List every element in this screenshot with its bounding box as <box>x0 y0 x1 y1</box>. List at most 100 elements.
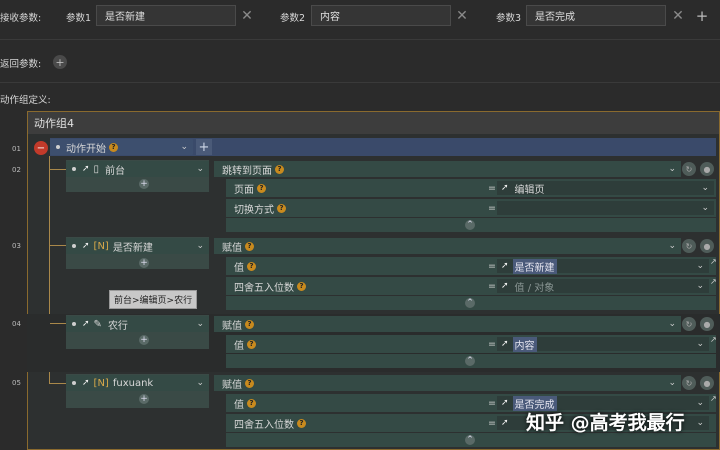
help-icon[interactable]: ? <box>247 339 256 349</box>
action-start-label: 动作开始 <box>66 143 106 155</box>
chevron-down-icon[interactable]: ⌄ <box>696 281 704 291</box>
refresh-icon[interactable]: ↻ <box>682 162 696 176</box>
pointer-icon: ➚ <box>82 241 90 251</box>
param2-clear-icon[interactable]: ✕ <box>451 5 473 26</box>
collapse-up-icon[interactable]: ⌃ <box>465 356 475 366</box>
param-placeholder: 值 / 对象 <box>514 282 555 294</box>
param1-input[interactable]: 是否新建 <box>96 5 236 26</box>
add-param-icon[interactable]: + <box>691 5 713 26</box>
chevron-down-icon[interactable]: ⌄ <box>696 261 704 271</box>
help-icon[interactable]: ? <box>275 164 284 174</box>
chevron-down-icon[interactable]: ⌄ <box>196 378 204 388</box>
expand-icon[interactable]: ↗ <box>710 394 717 403</box>
node-dot-icon <box>72 381 76 385</box>
value-select[interactable]: ➚ 内容 ⌄ <box>497 336 709 352</box>
add-return-param-icon[interactable]: + <box>53 55 67 69</box>
action-row[interactable]: 跳转到页面? ⌄ <box>214 161 681 177</box>
action-row[interactable]: 赋值? ⌄ <box>214 238 681 254</box>
param3-input[interactable]: 是否完成 <box>526 5 666 26</box>
chevron-down-icon[interactable]: ⌄ <box>196 164 204 174</box>
row-number: 01 <box>12 145 21 153</box>
page-select[interactable]: ➚ 编辑页 ⌄ <box>497 181 714 196</box>
refresh-icon[interactable]: ↻ <box>682 239 696 253</box>
node-dot-icon <box>56 145 60 149</box>
add-child-icon[interactable]: + <box>139 394 149 404</box>
add-child-icon[interactable]: + <box>139 335 149 345</box>
action-start-node[interactable]: 动作开始? ⌄ <box>50 139 193 155</box>
help-icon[interactable]: ? <box>245 378 254 388</box>
chevron-down-icon[interactable]: ⌄ <box>668 241 676 251</box>
collapse-up-icon[interactable]: ⌃ <box>465 298 475 308</box>
node-bank[interactable]: ➚ ✎ 农行 ⌄ <box>66 316 209 332</box>
chevron-down-icon[interactable]: ⌄ <box>696 398 704 408</box>
add-child-icon[interactable]: + <box>139 179 149 189</box>
expand-icon[interactable]: ↗ <box>710 277 717 286</box>
pointer-icon: ➚ <box>501 281 509 291</box>
help-icon[interactable]: ? <box>247 398 256 408</box>
param1-label: 参数1 <box>66 13 92 24</box>
param-label: 值 <box>234 399 244 411</box>
chevron-down-icon[interactable]: ⌄ <box>196 319 204 329</box>
equals-sign: = <box>488 281 496 292</box>
chevron-down-icon[interactable]: ⌄ <box>196 241 204 251</box>
node-frontend[interactable]: ➚ ▯ 前台 ⌄ <box>66 161 209 177</box>
action-row[interactable]: 赋值? ⌄ <box>214 375 681 391</box>
pointer-icon: ➚ <box>501 261 509 271</box>
pointer-icon: ➚ <box>82 164 90 174</box>
switch-mode-select[interactable]: ⌄ <box>497 201 714 215</box>
pointer-icon: ➚ <box>82 378 90 388</box>
add-child-icon[interactable]: + <box>139 258 149 268</box>
action-label: 赋值 <box>222 379 242 391</box>
settings-icon[interactable]: ● <box>700 162 714 176</box>
refresh-icon[interactable]: ↻ <box>682 317 696 331</box>
param1-clear-icon[interactable]: ✕ <box>236 5 258 26</box>
tree-branch <box>50 245 66 246</box>
help-icon[interactable]: ? <box>277 203 286 213</box>
help-icon[interactable]: ? <box>257 183 266 193</box>
rounding-select[interactable]: ➚ 值 / 对象 ⌄ <box>497 279 709 294</box>
divider <box>0 39 720 40</box>
param3-clear-icon[interactable]: ✕ <box>667 5 689 26</box>
param2-label: 参数2 <box>280 13 306 24</box>
value-select[interactable]: ➚ 是否新建 ⌄ <box>497 258 709 274</box>
chevron-down-icon[interactable]: ⌄ <box>668 378 676 388</box>
help-icon[interactable]: ? <box>247 261 256 271</box>
row-number: 04 <box>12 320 21 328</box>
help-icon[interactable]: ? <box>297 418 306 428</box>
chevron-down-icon[interactable]: ⌄ <box>701 203 709 213</box>
collapse-up-icon[interactable]: ⌃ <box>465 220 475 230</box>
number-icon: [N] <box>93 240 109 252</box>
action-label: 跳转到页面 <box>222 165 272 177</box>
param-label: 四舍五入位数 <box>234 282 294 294</box>
collapse-up-icon[interactable]: ⌃ <box>465 435 475 445</box>
refresh-icon[interactable]: ↻ <box>682 376 696 390</box>
node-is-new[interactable]: ➚ [N] 是否新建 ⌄ <box>66 238 209 254</box>
chevron-down-icon[interactable]: ⌄ <box>668 319 676 329</box>
chevron-down-icon[interactable]: ⌄ <box>696 339 704 349</box>
node-fuxuank[interactable]: ➚ [N] fuxuank ⌄ <box>66 375 209 391</box>
node-label: 农行 <box>107 320 128 332</box>
help-icon[interactable]: ? <box>297 281 306 291</box>
settings-icon[interactable]: ● <box>700 239 714 253</box>
chevron-down-icon[interactable]: ⌄ <box>180 142 188 152</box>
param2-input[interactable]: 内容 <box>311 5 451 26</box>
collapse-icon[interactable]: − <box>34 141 48 155</box>
settings-icon[interactable]: ● <box>700 317 714 331</box>
chevron-down-icon[interactable]: ⌄ <box>696 418 704 428</box>
expand-icon[interactable]: ↗ <box>710 335 717 344</box>
help-icon[interactable]: ? <box>245 241 254 251</box>
row-number: 02 <box>12 166 21 174</box>
row-number: 03 <box>12 242 21 250</box>
expand-icon[interactable]: ↗ <box>710 257 717 266</box>
help-icon[interactable]: ? <box>109 142 118 152</box>
chevron-down-icon[interactable]: ⌄ <box>701 183 709 193</box>
help-icon[interactable]: ? <box>245 319 254 329</box>
action-row[interactable]: 赋值? ⌄ <box>214 316 681 332</box>
chevron-down-icon[interactable]: ⌄ <box>668 164 676 174</box>
settings-icon[interactable]: ● <box>700 376 714 390</box>
add-action-icon[interactable]: + <box>196 139 212 155</box>
panel-title: 动作组4 <box>28 112 719 134</box>
equals-sign: = <box>488 418 496 429</box>
pointer-icon: ➚ <box>501 398 509 408</box>
row-number: 05 <box>12 379 21 387</box>
